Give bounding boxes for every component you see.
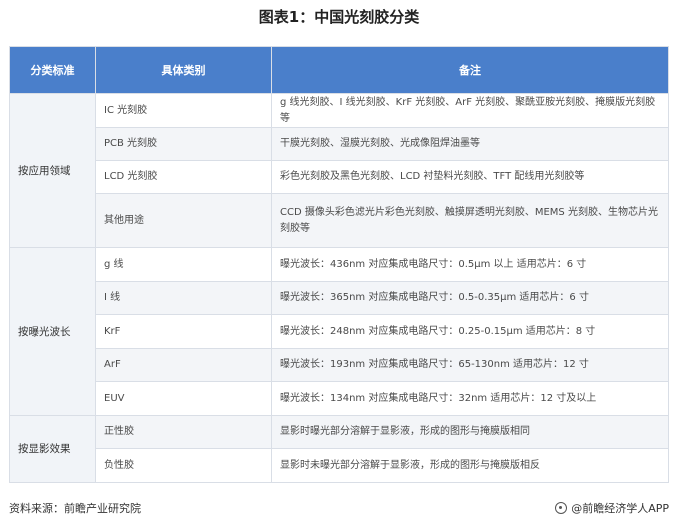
header-category-standard: 分类标准 bbox=[9, 46, 96, 94]
type-cell: 正性胶 bbox=[95, 415, 272, 449]
type-cell: g 线 bbox=[95, 247, 272, 282]
group-cell: 按显影效果 bbox=[9, 415, 96, 483]
classification-table: 分类标准 具体类别 备注 按应用领域 IC 光刻胶 g 线光刻胶、I 线光刻胶、… bbox=[9, 46, 669, 483]
note-cell: 彩色光刻胶及黑色光刻胶、LCD 衬垫料光刻胶、TFT 配线用光刻胶等 bbox=[271, 160, 669, 194]
note-cell: 曝光波长：193nm 对应集成电路尺寸：65-130nm 适用芯片：12 寸 bbox=[271, 348, 669, 382]
source-note: 资料来源：前瞻产业研究院 bbox=[9, 502, 141, 515]
type-cell: EUV bbox=[95, 381, 272, 416]
note-cell: g 线光刻胶、I 线光刻胶、KrF 光刻胶、ArF 光刻胶、聚酰亚胺光刻胶、掩膜… bbox=[271, 93, 669, 128]
type-cell: 其他用途 bbox=[95, 193, 272, 248]
table-row: I 线 曝光波长：365nm 对应集成电路尺寸：0.5-0.35μm 适用芯片：… bbox=[10, 281, 669, 315]
type-cell: ArF bbox=[95, 348, 272, 382]
note-cell: CCD 摄像头彩色滤光片彩色光刻胶、触摸屏透明光刻胶、MEMS 光刻胶、生物芯片… bbox=[271, 193, 669, 248]
type-cell: IC 光刻胶 bbox=[95, 93, 272, 128]
brand-logo-icon bbox=[555, 502, 568, 514]
note-cell: 曝光波长：248nm 对应集成电路尺寸：0.25-0.15μm 适用芯片：8 寸 bbox=[271, 314, 669, 349]
brand-label: @前瞻经济学人APP bbox=[571, 502, 669, 515]
brand-credit: @前瞻经济学人APP bbox=[555, 500, 669, 516]
table-row: LCD 光刻胶 彩色光刻胶及黑色光刻胶、LCD 衬垫料光刻胶、TFT 配线用光刻… bbox=[10, 160, 669, 194]
page-title: 图表1：中国光刻胶分类 bbox=[258, 8, 420, 26]
note-cell: 干膜光刻胶、湿膜光刻胶、光成像阻焊油墨等 bbox=[271, 127, 669, 161]
table-row: 其他用途 CCD 摄像头彩色滤光片彩色光刻胶、触摸屏透明光刻胶、MEMS 光刻胶… bbox=[10, 193, 669, 248]
note-cell: 显影时未曝光部分溶解于显影液，形成的图形与掩膜版相反 bbox=[271, 448, 669, 483]
note-cell: 曝光波长：365nm 对应集成电路尺寸：0.5-0.35μm 适用芯片：6 寸 bbox=[271, 281, 669, 315]
table-row: 负性胶 显影时未曝光部分溶解于显影液，形成的图形与掩膜版相反 bbox=[10, 448, 669, 483]
type-cell: LCD 光刻胶 bbox=[95, 160, 272, 194]
table-row: KrF 曝光波长：248nm 对应集成电路尺寸：0.25-0.15μm 适用芯片… bbox=[10, 314, 669, 349]
type-cell: PCB 光刻胶 bbox=[95, 127, 272, 161]
type-cell: 负性胶 bbox=[95, 448, 272, 483]
table-row: 按曝光波长 g 线 曝光波长：436nm 对应集成电路尺寸：0.5μm 以上 适… bbox=[9, 247, 669, 416]
note-cell: 显影时曝光部分溶解于显影液，形成的图形与掩膜版相同 bbox=[271, 415, 669, 449]
note-cell: 曝光波长：436nm 对应集成电路尺寸：0.5μm 以上 适用芯片：6 寸 bbox=[271, 247, 669, 282]
note-cell: 曝光波长：134nm 对应集成电路尺寸：32nm 适用芯片：12 寸及以上 bbox=[271, 381, 669, 416]
table-row: EUV 曝光波长：134nm 对应集成电路尺寸：32nm 适用芯片：12 寸及以… bbox=[10, 381, 669, 416]
group-cell: 按曝光波长 bbox=[9, 247, 96, 416]
table-header-row: 分类标准 具体类别 备注 bbox=[9, 46, 669, 94]
table-row: ArF 曝光波长：193nm 对应集成电路尺寸：65-130nm 适用芯片：12… bbox=[10, 348, 669, 382]
group-cell: 按应用领域 bbox=[9, 93, 96, 248]
table-row: 按应用领域 IC 光刻胶 g 线光刻胶、I 线光刻胶、KrF 光刻胶、ArF 光… bbox=[9, 93, 669, 248]
type-cell: I 线 bbox=[95, 281, 272, 315]
header-specific-type: 具体类别 bbox=[95, 46, 272, 94]
table-row: 按显影效果 正性胶 显影时曝光部分溶解于显影液，形成的图形与掩膜版相同 bbox=[9, 415, 669, 483]
type-cell: KrF bbox=[95, 314, 272, 349]
table-row: PCB 光刻胶 干膜光刻胶、湿膜光刻胶、光成像阻焊油墨等 bbox=[10, 127, 669, 161]
header-remarks: 备注 bbox=[271, 46, 669, 94]
